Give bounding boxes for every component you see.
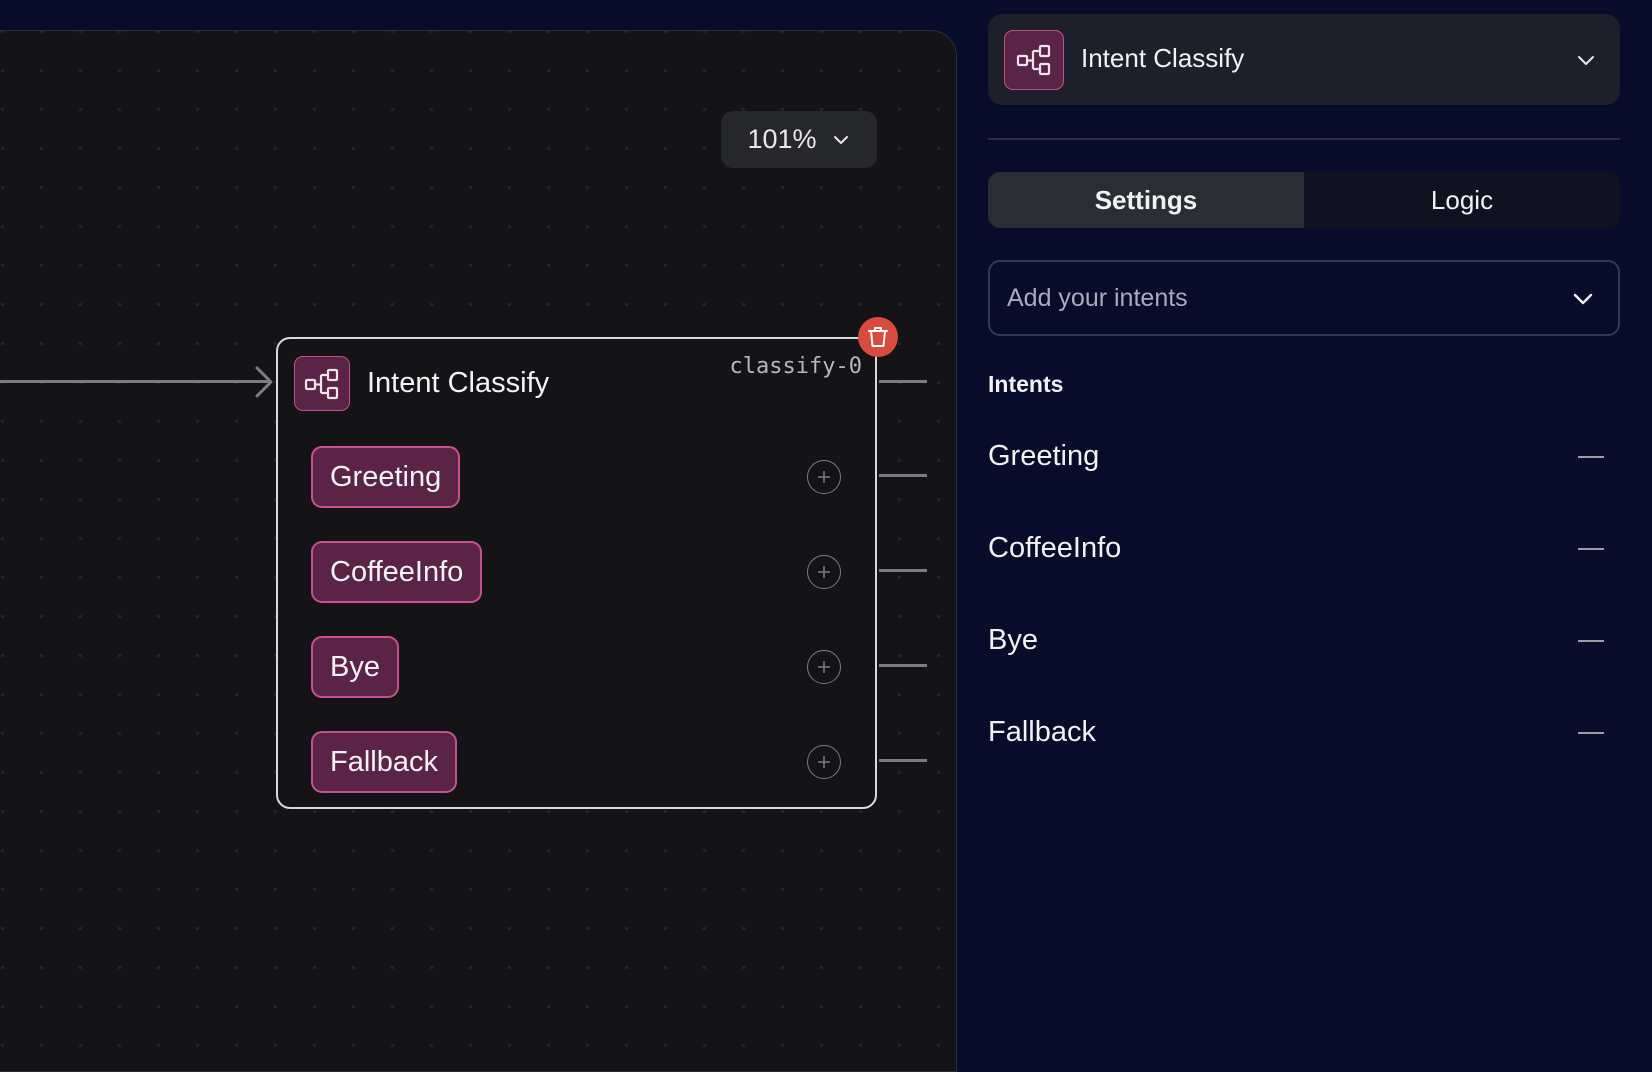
- panel-divider: [988, 138, 1620, 140]
- incoming-edge[interactable]: [0, 380, 271, 383]
- intent-chip-bye[interactable]: Bye: [311, 636, 399, 698]
- node-title: Intent Classify: [367, 367, 550, 399]
- outgoing-edge[interactable]: [879, 474, 927, 477]
- panel-title: Intent Classify: [1081, 43, 1245, 73]
- chevron-down-icon: [1578, 56, 1594, 65]
- flow-branch-icon: [1016, 44, 1051, 76]
- intent-classify-node[interactable]: Intent Classify classify-0 Greeting Coff…: [276, 317, 898, 809]
- intent-select-dropdown[interactable]: Add your intents: [988, 260, 1620, 336]
- intent-chip-coffeeinfo[interactable]: CoffeeInfo: [311, 541, 483, 603]
- panel-tabs: Settings Logic: [988, 172, 1620, 228]
- intent-list-item: Greeting: [988, 432, 1620, 482]
- minus-icon: [1578, 640, 1604, 642]
- zoom-label: 101%: [747, 124, 817, 154]
- chevron-down-icon: [833, 135, 848, 144]
- outgoing-edge[interactable]: [879, 664, 927, 667]
- add-connection-button[interactable]: [807, 650, 841, 684]
- intent-label: Bye: [988, 624, 1038, 656]
- plus-icon: [818, 566, 830, 578]
- outgoing-edge[interactable]: [879, 759, 927, 762]
- intents-heading: Intents: [988, 371, 1064, 397]
- add-connection-button[interactable]: [807, 460, 841, 494]
- node-id: classify-0: [729, 354, 862, 379]
- trash-icon: [868, 327, 888, 347]
- node-type-badge: [1004, 30, 1064, 90]
- delete-node-button[interactable]: [858, 317, 898, 357]
- minus-icon: [1578, 548, 1604, 550]
- intent-list-item: Bye: [988, 616, 1620, 666]
- zoom-dropdown[interactable]: 101%: [721, 111, 877, 168]
- minus-icon: [1578, 732, 1604, 734]
- remove-intent-button[interactable]: [1576, 626, 1606, 656]
- intent-label: CoffeeInfo: [988, 532, 1122, 564]
- intent-list-item: CoffeeInfo: [988, 524, 1620, 574]
- plus-icon: [818, 471, 830, 483]
- outgoing-edge[interactable]: [879, 569, 927, 572]
- intent-list-item: Fallback: [988, 708, 1620, 758]
- flow-branch-icon: [304, 368, 339, 399]
- node-type-selector[interactable]: Intent Classify: [988, 14, 1620, 105]
- tab-settings[interactable]: Settings: [988, 172, 1304, 228]
- remove-intent-button[interactable]: [1576, 442, 1606, 472]
- intent-select-placeholder: Add your intents: [1007, 284, 1188, 312]
- minus-icon: [1578, 456, 1604, 458]
- flow-canvas[interactable]: 101% Intent Classify classify-0 Greeting: [0, 30, 957, 1072]
- intent-chip-greeting[interactable]: Greeting: [311, 446, 461, 508]
- intent-label: Greeting: [988, 440, 1100, 472]
- arrow-head-icon: [255, 366, 273, 398]
- outgoing-edge[interactable]: [879, 380, 927, 383]
- chevron-down-icon: [1573, 293, 1593, 305]
- plus-icon: [818, 756, 830, 768]
- intent-label: Fallback: [988, 716, 1096, 748]
- tab-logic[interactable]: Logic: [1304, 172, 1620, 228]
- intent-chip-fallback[interactable]: Fallback: [311, 731, 457, 793]
- add-connection-button[interactable]: [807, 745, 841, 779]
- remove-intent-button[interactable]: [1576, 718, 1606, 748]
- plus-icon: [818, 661, 830, 673]
- node-type-badge: [294, 356, 350, 411]
- remove-intent-button[interactable]: [1576, 534, 1606, 564]
- add-connection-button[interactable]: [807, 555, 841, 589]
